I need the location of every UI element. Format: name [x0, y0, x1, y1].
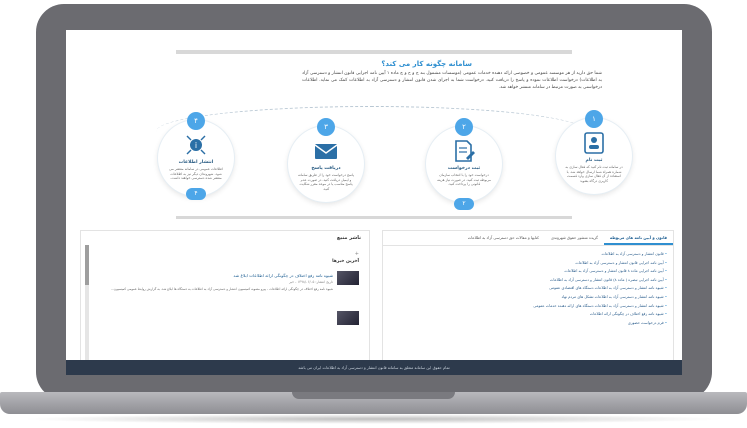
publisher-title: ناشر منبع — [336, 235, 361, 241]
step-description: درخواست خود را با انتخاب سازمان مربوطه ث… — [437, 173, 491, 187]
law-link[interactable]: فرم درخواست حضوری — [389, 319, 667, 328]
info-network-icon: i — [186, 135, 206, 155]
law-link[interactable]: شیوه نامه انتشار و دسترسی آزاد به اطلاعا… — [389, 293, 667, 302]
envelope-icon — [314, 144, 338, 159]
step-title: ثبت نام — [585, 158, 603, 163]
browser-screen: سامانه چگونه کار می کند؟ شما حق دارید از… — [66, 30, 682, 375]
middle-divider — [176, 216, 572, 219]
laws-tabs: قانون و آیین نامه های مربوطه گزیده منشور… — [383, 231, 673, 246]
laws-panel: قانون و آیین نامه های مربوطه گزیده منشور… — [382, 230, 674, 366]
svg-text:i: i — [195, 141, 197, 150]
step-title: دریافت پاسخ — [311, 166, 341, 171]
step-title: انتشار اطلاعات — [178, 160, 214, 165]
top-divider — [176, 50, 572, 54]
step-number: ۳ — [317, 118, 335, 136]
news-thumbnail[interactable] — [337, 271, 359, 285]
how-it-works-text: شما حق دارید از هر موسسه عمومی و خصوصی ا… — [302, 71, 602, 90]
how-it-works-title: سامانه چگونه کار می کند؟ — [381, 60, 472, 68]
news-scrollbar[interactable] — [85, 245, 89, 361]
user-card-icon — [584, 132, 604, 154]
step-badge: ۲ — [454, 198, 474, 210]
step-submit-request[interactable]: ۲ ثبت درخواست درخواست خود را با انتخاب س… — [426, 118, 502, 210]
news-thumbnail[interactable] — [337, 311, 359, 325]
tab-books-articles[interactable]: کتابها و مقالات حق دسترسی آزاد به اطلاعا… — [462, 231, 545, 245]
step-number: ۲ — [455, 118, 473, 136]
tab-citizen-rights[interactable]: گزیده منشور حقوق شهروندی — [545, 231, 604, 245]
law-link[interactable]: شیوه نامه انتشار و دسترسی آزاد به اطلاعا… — [389, 302, 667, 311]
scroll-thumb[interactable] — [85, 245, 89, 285]
step-description: پاسخ درخواست خود را از طریق سامانه و ایم… — [298, 173, 354, 191]
publisher-panel: ناشر منبع + آخرین خبرها شیوه نامه رفع اخ… — [80, 230, 370, 366]
step-number: ۴ — [187, 112, 205, 130]
document-edit-icon — [455, 140, 475, 162]
step-description: اطلاعات عمومی در سامانه منتشر می شود. شه… — [169, 167, 223, 181]
step-receive-answer[interactable]: ۳ دریافت پاسخ پاسخ درخواست خود را از طری… — [288, 118, 364, 202]
step-register[interactable]: ۱ ثبت نام در سامانه ثبت نام کنید که فعال… — [556, 110, 632, 194]
laptop-notch — [292, 392, 455, 399]
law-link[interactable]: قانون انتشار و دسترسی آزاد به اطلاعات — [389, 250, 667, 259]
tab-laws[interactable]: قانون و آیین نامه های مربوطه — [603, 231, 673, 245]
step-title: ثبت درخواست — [447, 166, 481, 171]
news-summary: شیوه نامه رفع اختلاف در چگونگی ارائه اطل… — [110, 287, 333, 291]
step-description: در سامانه ثبت نام کنید که فعال سازی به ش… — [565, 165, 623, 183]
news-title[interactable]: شیوه نامه رفع اختلاف در چگونگی ارائه اطل… — [233, 273, 333, 278]
step-number: ۱ — [585, 110, 603, 128]
laptop-shadow — [20, 414, 727, 424]
step-badge: ۴ — [186, 188, 206, 200]
expand-button[interactable]: + — [355, 251, 359, 257]
news-meta: تاریخ انتشار: ۱۳۹۸/۰۶/۰۵ - خبر — [289, 280, 333, 284]
latest-news-heading: آخرین خبرها — [332, 259, 359, 264]
site-footer: تمام حقوق این سامانه متعلق به سامانه قان… — [66, 360, 682, 375]
law-link[interactable]: شیوه نامه رفع اختلاف در چگونگی ارائه اطل… — [389, 310, 667, 319]
laws-link-list: قانون انتشار و دسترسی آزاد به اطلاعات آی… — [383, 246, 673, 331]
law-link[interactable]: آیین نامه اجرایی قانون انتشار و دسترسی آ… — [389, 259, 667, 268]
law-link[interactable]: آیین نامه اجرایی تبصره ( ماده ۸) قانون ا… — [389, 276, 667, 285]
law-link[interactable]: شیوه نامه انتشار و دسترسی آزاد به اطلاعا… — [389, 284, 667, 293]
step-publish-info[interactable]: ۴ i انتشار اطلاعات اطلاعات عمومی در ساما… — [158, 112, 234, 200]
law-link[interactable]: آیین نامه اجرایی ماده ۸ قانون انتشار و د… — [389, 267, 667, 276]
